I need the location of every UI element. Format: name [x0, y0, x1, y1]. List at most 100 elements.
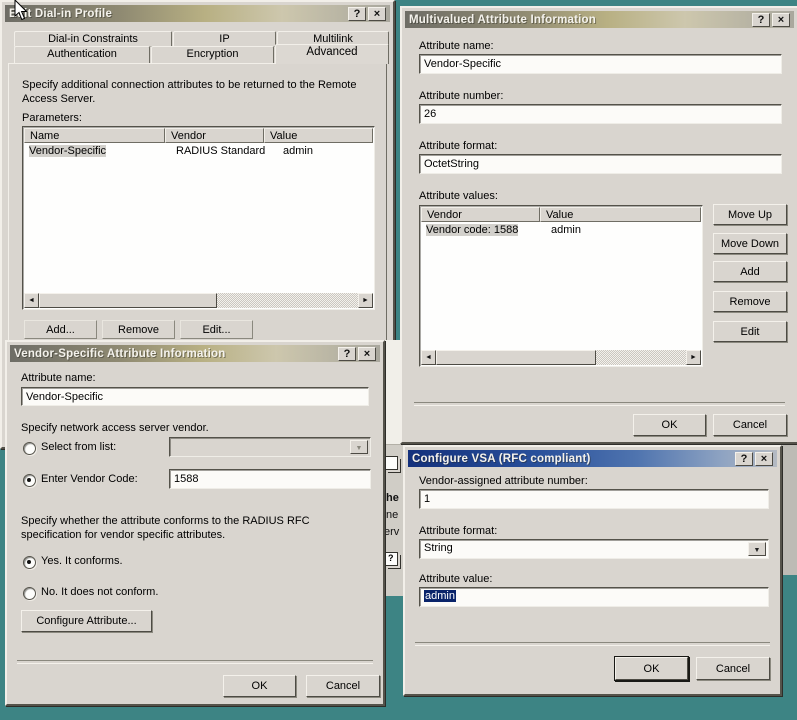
attribute-format-field[interactable]: [419, 154, 782, 174]
divider: [414, 402, 785, 406]
edit-button[interactable]: Edit...: [180, 320, 253, 339]
edit-button[interactable]: Edit: [713, 321, 787, 342]
column-header-name[interactable]: Name: [24, 128, 165, 143]
column-header-vendor[interactable]: Vendor: [421, 207, 540, 222]
cancel-button[interactable]: Cancel: [306, 675, 380, 697]
close-button[interactable]: ×: [358, 347, 376, 361]
enter-vendor-code-radio[interactable]: [23, 474, 36, 487]
scrollbar-thumb[interactable]: [39, 293, 217, 308]
question-mark-icon: ?: [388, 553, 394, 563]
attribute-format-label: Attribute format:: [419, 525, 497, 537]
help-button[interactable]: ?: [752, 13, 770, 27]
add-button[interactable]: Add: [713, 261, 787, 282]
parameters-row[interactable]: Vendor-Specific RADIUS Standard admin: [25, 144, 317, 158]
scrollbar-track[interactable]: [217, 293, 358, 308]
attribute-format-value: String: [424, 542, 453, 554]
remove-button[interactable]: Remove: [713, 291, 787, 312]
advanced-description: Specify additional connection attributes…: [22, 78, 367, 106]
attribute-values-listview[interactable]: Vendor Value Vendor code: 1588 admin ◄ ►: [419, 205, 703, 367]
attribute-value-field[interactable]: admin: [419, 587, 769, 607]
vendor-specific-attribute-dialog: Vendor-Specific Attribute Information ? …: [5, 340, 385, 706]
select-from-list-radio[interactable]: [23, 442, 36, 455]
add-button[interactable]: Add...: [24, 320, 97, 339]
attribute-value-row[interactable]: Vendor code: 1588 admin: [422, 223, 585, 237]
scroll-right-icon[interactable]: ►: [686, 350, 701, 365]
vendor-code-field[interactable]: [169, 469, 371, 489]
divider: [17, 660, 373, 664]
conform-section-label: Specify whether the attribute conforms t…: [21, 514, 369, 542]
vendor-specific-dialog-title: Vendor-Specific Attribute Information: [14, 348, 225, 360]
attribute-number-field[interactable]: [419, 104, 782, 124]
attribute-name-label: Attribute name:: [21, 372, 96, 384]
tab-encryption[interactable]: Encryption: [151, 46, 274, 64]
tab-dial-in-constraints[interactable]: Dial-in Constraints: [14, 31, 172, 47]
values-header-row: Vendor Value: [421, 207, 701, 222]
column-header-value[interactable]: Value: [264, 128, 373, 143]
parameters-header-row: Name Vendor Value: [24, 128, 373, 143]
scroll-left-icon[interactable]: ◄: [24, 293, 39, 308]
select-from-list-label: Select from list:: [41, 441, 116, 453]
attribute-name-field[interactable]: [21, 387, 369, 406]
vendor-assigned-number-field[interactable]: [419, 489, 769, 509]
no-conforms-radio[interactable]: [23, 587, 36, 600]
attribute-format-dropdown[interactable]: String ▼: [419, 539, 769, 559]
chevron-down-icon[interactable]: ▼: [350, 440, 368, 454]
configure-attribute-button[interactable]: Configure Attribute...: [21, 610, 152, 632]
ok-button[interactable]: OK: [615, 657, 688, 680]
scroll-left-icon[interactable]: ◄: [421, 350, 436, 365]
scroll-right-icon[interactable]: ►: [358, 293, 373, 308]
chevron-down-icon[interactable]: ▼: [748, 542, 766, 556]
ok-button[interactable]: OK: [633, 414, 706, 436]
document-stack-icon: [385, 456, 398, 470]
tab-authentication[interactable]: Authentication: [14, 46, 150, 64]
move-up-button[interactable]: Move Up: [713, 204, 787, 225]
tab-advanced[interactable]: Advanced: [275, 44, 389, 64]
column-header-value[interactable]: Value: [540, 207, 701, 222]
close-button[interactable]: ×: [772, 13, 790, 27]
cancel-button[interactable]: Cancel: [696, 657, 770, 680]
scrollbar-track[interactable]: [596, 350, 686, 365]
vendor-specific-dialog-titlebar[interactable]: Vendor-Specific Attribute Information ? …: [10, 345, 380, 362]
remove-button[interactable]: Remove: [102, 320, 175, 339]
close-button[interactable]: ×: [368, 7, 386, 21]
parameter-vendor-cell: RADIUS Standard: [172, 144, 279, 158]
multivalued-dialog-titlebar[interactable]: Multivalued Attribute Information ? ×: [405, 11, 794, 28]
tab-ip[interactable]: IP: [173, 31, 276, 47]
cancel-button[interactable]: Cancel: [713, 414, 787, 436]
vendor-code-cell: Vendor code: 1588: [426, 224, 518, 236]
ok-button[interactable]: OK: [223, 675, 296, 697]
background-text-fragment: ne: [386, 509, 398, 521]
close-button[interactable]: ×: [755, 452, 773, 466]
enter-vendor-code-label: Enter Vendor Code:: [41, 473, 138, 485]
scrollbar-thumb[interactable]: [436, 350, 596, 365]
no-conforms-label: No. It does not conform.: [41, 586, 158, 598]
attribute-name-field[interactable]: [419, 54, 782, 74]
move-down-button[interactable]: Move Down: [713, 233, 787, 254]
yes-conforms-radio[interactable]: [23, 556, 36, 569]
help-button[interactable]: ?: [338, 347, 356, 361]
divider: [415, 642, 770, 646]
vendor-section-label: Specify network access server vendor.: [21, 422, 209, 434]
attribute-value-selected-text: admin: [424, 590, 456, 602]
background-text-fragment: he: [386, 492, 399, 504]
parameters-listview[interactable]: Name Vendor Value Vendor-Specific RADIUS…: [22, 126, 375, 310]
values-horizontal-scrollbar[interactable]: ◄ ►: [421, 350, 701, 365]
parameters-label: Parameters:: [22, 112, 82, 124]
edit-dialog-titlebar[interactable]: Edit Dial-in Profile ? ×: [5, 5, 390, 22]
attribute-values-label: Attribute values:: [419, 190, 498, 202]
configure-vsa-titlebar[interactable]: Configure VSA (RFC compliant) ? ×: [408, 450, 777, 467]
yes-conforms-label: Yes. It conforms.: [41, 555, 123, 567]
attribute-format-label: Attribute format:: [419, 140, 497, 152]
parameters-horizontal-scrollbar[interactable]: ◄ ►: [24, 293, 373, 308]
help-document-icon: ?: [385, 552, 398, 566]
background-text-fragment: erv: [384, 526, 399, 538]
vendor-list-dropdown[interactable]: ▼: [169, 437, 371, 457]
help-button[interactable]: ?: [348, 7, 366, 21]
column-header-vendor[interactable]: Vendor: [165, 128, 264, 143]
multivalued-attribute-dialog: Multivalued Attribute Information ? × At…: [400, 6, 797, 444]
value-cell: admin: [547, 223, 585, 237]
multivalued-dialog-title: Multivalued Attribute Information: [409, 14, 596, 26]
vendor-assigned-number-label: Vendor-assigned attribute number:: [419, 475, 588, 487]
help-button[interactable]: ?: [735, 452, 753, 466]
mouse-cursor-icon: [14, 0, 30, 22]
